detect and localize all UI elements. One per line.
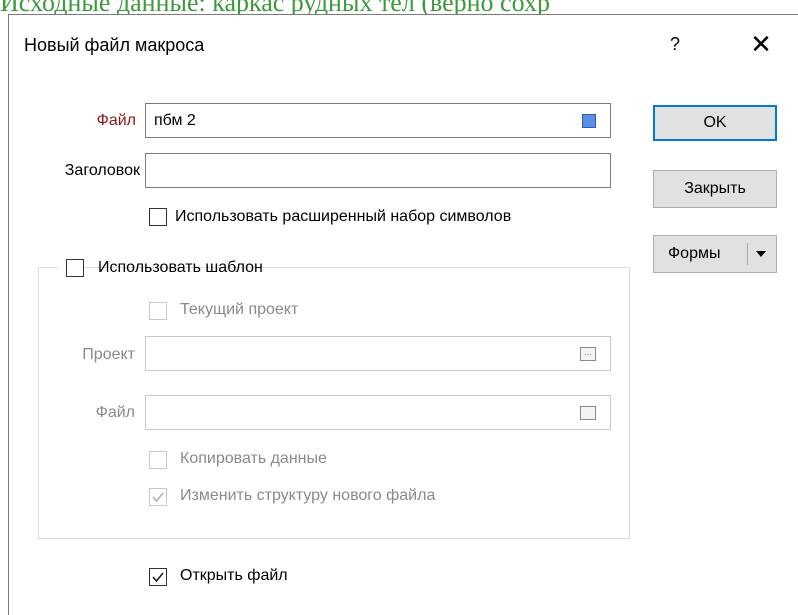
dialog-title: Новый файл макроса <box>24 35 205 55</box>
heading-input[interactable] <box>145 153 611 188</box>
file-label: Файл <box>96 112 136 129</box>
heading-label: Заголовок <box>64 162 140 179</box>
current-project-label: Текущий проект <box>180 301 299 318</box>
copy-data-checkbox[interactable] <box>149 451 167 469</box>
use-template-checkbox[interactable] <box>66 259 84 277</box>
ok-button-label: OK <box>703 114 727 131</box>
extended-charset-checkbox[interactable] <box>149 208 167 226</box>
open-file-checkbox[interactable] <box>149 568 167 586</box>
template-file-label: Файл <box>95 404 135 421</box>
open-file-label: Открыть файл <box>180 567 288 584</box>
current-project-checkbox[interactable] <box>149 302 167 320</box>
chevron-down-icon[interactable] <box>756 251 766 257</box>
forms-split-divider <box>747 243 748 265</box>
change-structure-checkbox[interactable] <box>149 488 167 506</box>
use-template-header: Использовать шаблон <box>58 256 263 280</box>
color-swatch-icon[interactable] <box>582 114 596 128</box>
project-label: Проект <box>82 346 135 363</box>
forms-split-button[interactable]: Формы <box>653 235 777 273</box>
close-icon[interactable]: ✕ <box>746 30 776 58</box>
close-button[interactable]: Закрыть <box>653 170 777 208</box>
forms-button-label: Формы <box>668 245 721 262</box>
help-button[interactable]: ? <box>660 30 690 58</box>
file-input-value: пбм 2 <box>154 112 196 129</box>
ok-button[interactable]: OK <box>653 105 777 141</box>
project-browse-icon[interactable]: … <box>580 347 596 361</box>
checkmark-icon <box>152 572 164 583</box>
change-structure-label: Изменить структуру нового файла <box>180 487 436 504</box>
copy-data-label: Копировать данные <box>180 450 327 467</box>
project-input[interactable] <box>145 336 611 371</box>
template-file-browse-icon[interactable] <box>580 406 596 420</box>
checkmark-icon <box>152 492 164 503</box>
use-template-label: Использовать шаблон <box>98 259 263 276</box>
extended-charset-label: Использовать расширенный набор символов <box>175 208 512 225</box>
close-button-label: Закрыть <box>684 180 746 197</box>
file-input[interactable]: пбм 2 <box>145 103 611 138</box>
template-file-input[interactable] <box>145 395 611 430</box>
